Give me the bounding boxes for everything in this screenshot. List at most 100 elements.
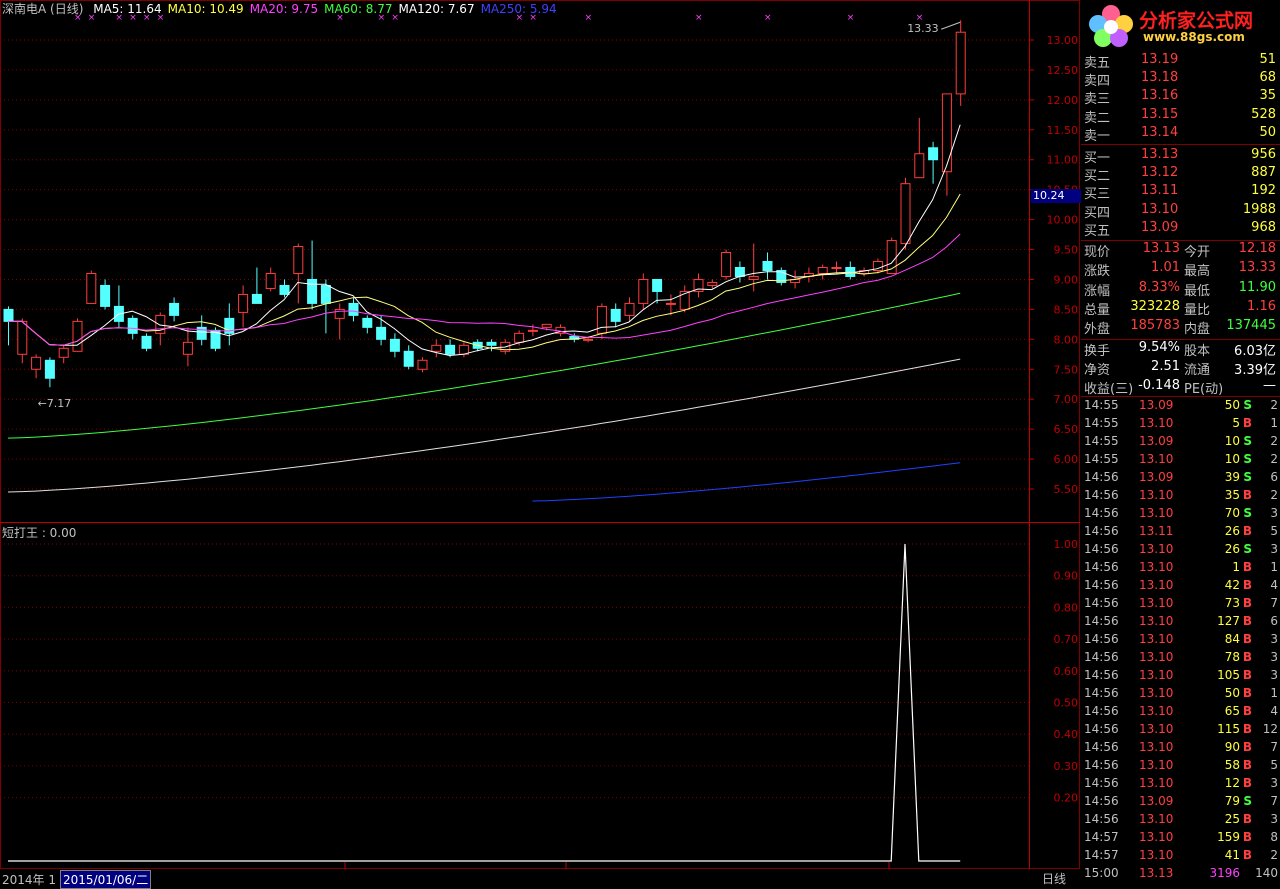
tick-row[interactable]: 14:56 13.10 115 B 12 <box>1083 722 1280 740</box>
order-book-row[interactable]: 买一 13.13 956 <box>1083 147 1278 166</box>
tick-row[interactable]: 14:56 13.11 26 B 5 <box>1083 524 1280 542</box>
candle-body <box>293 246 304 274</box>
tick-volume: 159 <box>1217 830 1240 844</box>
order-volume: 956 <box>1251 147 1276 162</box>
cursor-date[interactable]: 2015/01/06/二 <box>60 870 152 889</box>
tick-row[interactable]: 14:55 13.10 10 S 2 <box>1083 452 1280 470</box>
tick-volume: 58 <box>1224 758 1240 772</box>
quote-panel: 分析家公式网 www.88gs.com 卖五 13.19 51 卖四 13.18 68 卖三… <box>1081 0 1280 889</box>
tick-row[interactable]: 14:56 13.10 127 B 6 <box>1083 614 1280 632</box>
ma250-line <box>532 462 961 502</box>
tick-count: 2 <box>1270 434 1278 448</box>
quote-row: 总量 323228 量比 1.16 <box>1083 299 1278 318</box>
tick-side: S <box>1243 506 1252 520</box>
order-book-row[interactable]: 买三 13.11 192 <box>1083 183 1278 202</box>
tick-row[interactable]: 14:56 13.10 84 B 3 <box>1083 632 1280 650</box>
candle-body <box>3 308 14 322</box>
order-book-row[interactable]: 买二 13.12 887 <box>1083 165 1278 184</box>
low-price-label: ←7.17 <box>38 397 72 410</box>
tick-time: 14:57 <box>1084 848 1119 862</box>
time-axis-year: 2014年 1 <box>2 873 56 887</box>
tick-price: 13.09 <box>1139 794 1174 808</box>
tick-volume: 115 <box>1217 722 1240 736</box>
quote-row: 净资 2.51 流通 3.39亿 <box>1083 359 1278 378</box>
tick-row[interactable]: 15:00 13.13 3196 140 <box>1083 866 1280 884</box>
order-book-row[interactable]: 买五 13.09 968 <box>1083 220 1278 239</box>
tick-row[interactable]: 14:56 13.09 39 S 6 <box>1083 470 1280 488</box>
flower-logo-icon <box>1089 5 1133 47</box>
quote-label: 最高 <box>1184 264 1211 280</box>
tick-count: 2 <box>1270 398 1278 412</box>
candle-body <box>707 281 718 286</box>
tick-row[interactable]: 14:55 13.09 10 S 2 <box>1083 434 1280 452</box>
tick-row[interactable]: 14:56 13.10 73 B 7 <box>1083 596 1280 614</box>
tick-price: 13.10 <box>1139 596 1174 610</box>
tick-row[interactable]: 14:57 13.10 159 B 8 <box>1083 830 1280 848</box>
tick-price: 13.10 <box>1139 758 1174 772</box>
tick-row[interactable]: 14:56 13.10 50 B 1 <box>1083 686 1280 704</box>
order-volume: 1988 <box>1242 201 1276 217</box>
tick-side: B <box>1242 704 1252 718</box>
tick-volume: 127 <box>1217 614 1240 628</box>
quote-label: 流通 <box>1184 362 1211 378</box>
tick-row[interactable]: 14:56 13.10 70 S 3 <box>1083 506 1280 524</box>
order-volume: 35 <box>1259 88 1276 104</box>
order-book-row[interactable]: 卖三 13.16 35 <box>1083 88 1278 107</box>
tick-row[interactable]: 14:56 13.10 90 B 7 <box>1083 740 1280 758</box>
order-book-row[interactable]: 卖一 13.14 50 <box>1083 125 1278 144</box>
tick-row[interactable]: 14:56 13.10 1 B 1 <box>1083 560 1280 578</box>
period-tab[interactable]: 日线 <box>1042 870 1066 887</box>
tick-price: 13.10 <box>1139 704 1174 718</box>
candle-body <box>541 323 552 328</box>
tick-row[interactable]: 14:56 13.10 105 B 3 <box>1083 668 1280 686</box>
tick-side: S <box>1243 794 1252 808</box>
tick-row[interactable]: 14:56 13.10 25 B 3 <box>1083 812 1280 830</box>
candle-body <box>748 275 759 280</box>
order-book-row[interactable]: 卖二 13.15 528 <box>1083 106 1278 126</box>
tick-row[interactable]: 14:56 13.10 26 S 3 <box>1083 542 1280 560</box>
tick-side: B <box>1242 830 1252 844</box>
tick-time: 14:56 <box>1084 578 1119 592</box>
tick-row[interactable]: 14:56 13.09 79 S 7 <box>1083 794 1280 812</box>
chart-header: 深南电A (日线) MA5: 11.64 MA10: 10.49 MA20: 9.7… <box>2 0 569 16</box>
candle-body <box>431 344 442 352</box>
tick-row[interactable]: 14:55 13.09 50 S 2 <box>1083 398 1280 416</box>
kline-canvas[interactable]: 13.0012.5012.0011.5011.0010.5010.009.509… <box>0 0 1080 889</box>
chart-frame <box>0 0 1080 869</box>
stock-name: 深南电A (日线) <box>2 2 84 16</box>
ma-legend-item: MA5: 11.64 <box>93 2 162 16</box>
logo-title: 分析家公式网 <box>1139 10 1254 32</box>
quote-label: 换手 <box>1084 343 1111 359</box>
tick-row[interactable]: 14:56 13.10 12 B 3 <box>1083 776 1280 794</box>
tick-row[interactable]: 14:56 13.10 58 B 5 <box>1083 758 1280 776</box>
tick-row[interactable]: 14:55 13.10 5 B 1 <box>1083 416 1280 434</box>
tick-row[interactable]: 14:56 13.10 42 B 4 <box>1083 578 1280 596</box>
tick-volume: 73 <box>1224 596 1240 610</box>
tick-row[interactable]: 14:56 13.10 65 B 4 <box>1083 704 1280 722</box>
tick-time: 14:56 <box>1084 776 1119 790</box>
tick-count: 5 <box>1270 758 1278 772</box>
quote-row: 涨幅 8.33% 最低 11.90 <box>1083 280 1278 299</box>
tick-time: 14:56 <box>1084 704 1119 718</box>
tick-time: 14:55 <box>1084 416 1119 430</box>
order-book-row[interactable]: 买四 13.10 1988 <box>1083 201 1278 221</box>
tick-row[interactable]: 14:56 13.10 78 B 3 <box>1083 650 1280 668</box>
tick-time: 14:56 <box>1084 668 1119 682</box>
price-tick-label: 6.00 <box>1054 453 1079 466</box>
price-tick-label: 5.50 <box>1054 483 1079 496</box>
tick-time: 14:56 <box>1084 722 1119 736</box>
tick-side: S <box>1243 542 1252 556</box>
kline-chart[interactable]: 13.0012.5012.0011.5011.0010.5010.009.509… <box>0 0 1081 889</box>
order-book-row[interactable]: 卖四 13.18 68 <box>1083 70 1278 89</box>
tick-count: 5 <box>1270 524 1278 538</box>
candle-body <box>31 356 42 370</box>
tick-time: 14:56 <box>1084 470 1119 484</box>
price-tick-label: 7.00 <box>1054 393 1079 406</box>
quote-value: 3.39亿 <box>1234 362 1276 378</box>
tick-row[interactable]: 14:56 13.10 35 B 2 <box>1083 488 1280 506</box>
tick-row[interactable]: 14:57 13.10 41 B 2 <box>1083 848 1280 866</box>
order-volume: 528 <box>1251 106 1276 122</box>
price-tick-label: 8.00 <box>1054 333 1079 346</box>
tick-count: 7 <box>1270 596 1278 610</box>
order-book-row[interactable]: 卖五 13.19 51 <box>1083 52 1278 71</box>
